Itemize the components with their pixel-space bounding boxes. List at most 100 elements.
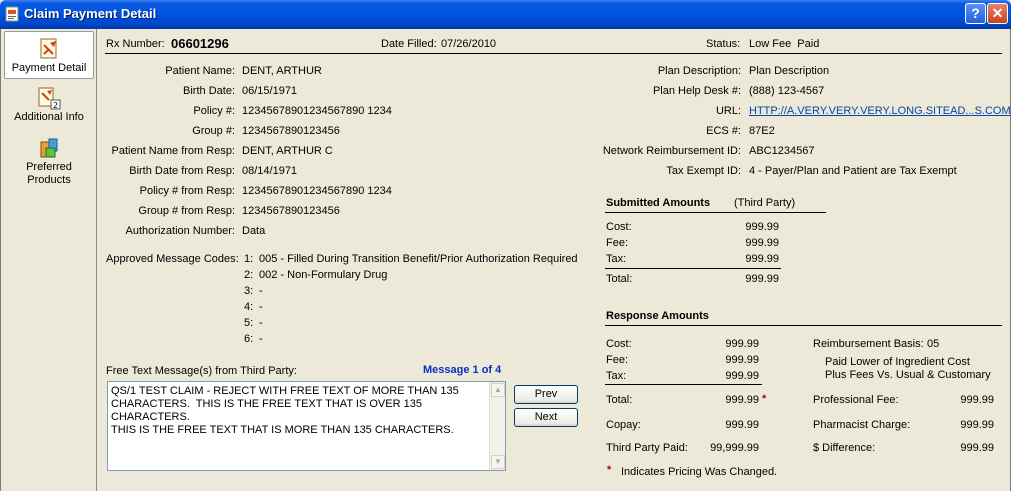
field-label: Group #: xyxy=(192,125,235,137)
amount-value: 999.99 xyxy=(745,237,779,249)
code-text: - xyxy=(259,285,263,297)
date-filled-label: Date Filled: xyxy=(381,38,437,50)
scroll-up-icon[interactable]: ▲ xyxy=(491,383,505,397)
free-text-message: QS/1 TEST CLAIM - REJECT WITH FREE TEXT … xyxy=(111,385,459,436)
field-label: Network Reimbursement ID: xyxy=(602,145,741,157)
amount-label: Tax: xyxy=(606,370,627,382)
sidebar-item-label: Payment Detail xyxy=(11,62,87,74)
changed-marker: * xyxy=(762,393,767,405)
response-total-value: 999.99 xyxy=(725,394,759,406)
payment-detail-icon xyxy=(40,38,57,59)
prev-button[interactable]: Prev xyxy=(514,385,578,404)
amount-value: 999.99 xyxy=(725,370,759,382)
amount-label: Fee: xyxy=(606,354,629,366)
reimbursement-desc-1: Paid Lower of Ingredient Cost xyxy=(825,356,970,368)
professional-fee-label: Professional Fee: xyxy=(813,394,899,406)
sidebar-item-label: Preferred Products xyxy=(26,161,72,186)
svg-text:2: 2 xyxy=(53,101,58,110)
field-label: Patient Name from Resp: xyxy=(111,145,236,157)
help-button[interactable]: ? xyxy=(965,3,986,24)
amount-label: Cost: xyxy=(606,221,632,233)
reimbursement-desc-2: Plus Fees Vs. Usual & Customary xyxy=(825,369,991,381)
difference-label: $ Difference: xyxy=(813,442,876,454)
amount-value: 999.99 xyxy=(745,253,779,265)
response-total-divider xyxy=(605,384,762,385)
amount-label: Cost: xyxy=(606,338,632,350)
code-number: 5: xyxy=(244,317,254,329)
sidebar: Payment Detail 2 Additional Info Preferr… xyxy=(0,29,97,491)
amount-value: 999.99 xyxy=(745,221,779,233)
code-number: 6: xyxy=(244,333,254,345)
sidebar-item-payment-detail[interactable]: Payment Detail xyxy=(4,31,94,79)
total-label: Total: xyxy=(606,273,633,285)
title-bar: Claim Payment Detail ? ✕ xyxy=(0,0,1011,29)
policy-resp-value: 12345678901234567890 1234 xyxy=(242,185,392,197)
submitted-title: Submitted Amounts xyxy=(606,197,711,209)
code-number: 2: xyxy=(244,269,254,281)
field-label: Authorization Number: xyxy=(125,225,235,237)
field-label: Patient Name: xyxy=(165,65,235,77)
code-text: - xyxy=(259,317,263,329)
amount-value: 999.99 xyxy=(725,338,759,350)
ecs-value: 87E2 xyxy=(749,125,775,137)
approved-codes-label: Approved Message Codes: xyxy=(106,253,239,265)
submitted-total-divider xyxy=(605,268,781,269)
authorization-value: Data xyxy=(242,225,266,237)
message-counter: Message 1 of 4 xyxy=(423,364,502,376)
vertical-scrollbar[interactable]: ▲ ▼ xyxy=(489,382,505,470)
window-title: Claim Payment Detail xyxy=(24,6,157,21)
group-value: 1234567890123456 xyxy=(242,125,340,137)
submitted-total-value: 999.99 xyxy=(745,273,779,285)
difference-value: 999.99 xyxy=(960,442,994,454)
sidebar-item-label: Additional Info xyxy=(14,111,84,123)
submitted-subtitle: (Third Party) xyxy=(734,197,796,209)
field-label: Tax Exempt ID: xyxy=(666,165,741,177)
field-label: Birth Date: xyxy=(183,85,235,97)
footnote-text: Indicates Pricing Was Changed. xyxy=(621,466,778,478)
next-button[interactable]: Next xyxy=(514,408,578,427)
code-text: 002 - Non-Formulary Drug xyxy=(259,269,388,281)
header-divider xyxy=(105,53,1002,54)
sidebar-item-additional-info[interactable]: 2 Additional Info xyxy=(4,81,94,129)
scroll-down-icon[interactable]: ▼ xyxy=(491,455,505,469)
footnote-marker: * xyxy=(607,464,612,476)
status-label: Status: xyxy=(706,38,741,50)
reimbursement-basis-label: Reimbursement Basis: xyxy=(813,338,924,350)
code-text: - xyxy=(259,333,263,345)
preferred-products-icon xyxy=(40,138,58,158)
birth-date-resp-value: 08/14/1971 xyxy=(242,165,298,177)
total-label: Total: xyxy=(606,394,633,406)
copay-label: Copay: xyxy=(606,419,641,431)
plan-url-link[interactable]: HTTP://A.VERY.VERY.VERY.LONG.SITEAD...S.… xyxy=(749,105,1011,117)
group-resp-value: 1234567890123456 xyxy=(242,205,340,217)
field-label: Plan Description: xyxy=(657,65,741,77)
patient-name-value: DENT, ARTHUR xyxy=(242,65,322,77)
code-number: 1: xyxy=(244,253,254,265)
amount-value: 999.99 xyxy=(725,354,759,366)
submitted-divider xyxy=(605,212,826,213)
policy-value: 12345678901234567890 1234 xyxy=(242,105,392,117)
patient-name-resp-value: DENT, ARTHUR C xyxy=(242,145,333,157)
third-party-value: 99,999.99 xyxy=(710,442,759,454)
close-button[interactable]: ✕ xyxy=(987,3,1008,24)
field-label: Plan Help Desk #: xyxy=(652,85,741,97)
rx-number-value: 06601296 xyxy=(171,36,229,51)
third-party-label: Third Party Paid: xyxy=(606,442,688,454)
additional-info-icon: 2 xyxy=(38,87,61,110)
free-text-box[interactable]: QS/1 TEST CLAIM - REJECT WITH FREE TEXT … xyxy=(107,381,506,471)
app-icon xyxy=(5,6,19,22)
field-label: Group # from Resp: xyxy=(138,205,235,217)
professional-fee-value: 999.99 xyxy=(960,394,994,406)
pharmacist-charge-label: Pharmacist Charge: xyxy=(813,419,911,431)
field-label: URL: xyxy=(715,105,741,117)
status-value: Low Fee Paid xyxy=(749,38,820,50)
sidebar-item-preferred-products[interactable]: Preferred Products xyxy=(4,131,94,191)
code-number: 4: xyxy=(244,301,254,313)
response-title: Response Amounts xyxy=(606,310,709,322)
code-text: - xyxy=(259,301,263,313)
plan-description-value: Plan Description xyxy=(749,65,830,77)
plan-help-desk-value: (888) 123-4567 xyxy=(749,85,825,97)
field-label: Policy #: xyxy=(193,105,235,117)
amount-label: Tax: xyxy=(606,253,627,265)
free-text-label: Free Text Message(s) from Third Party: xyxy=(106,365,297,377)
